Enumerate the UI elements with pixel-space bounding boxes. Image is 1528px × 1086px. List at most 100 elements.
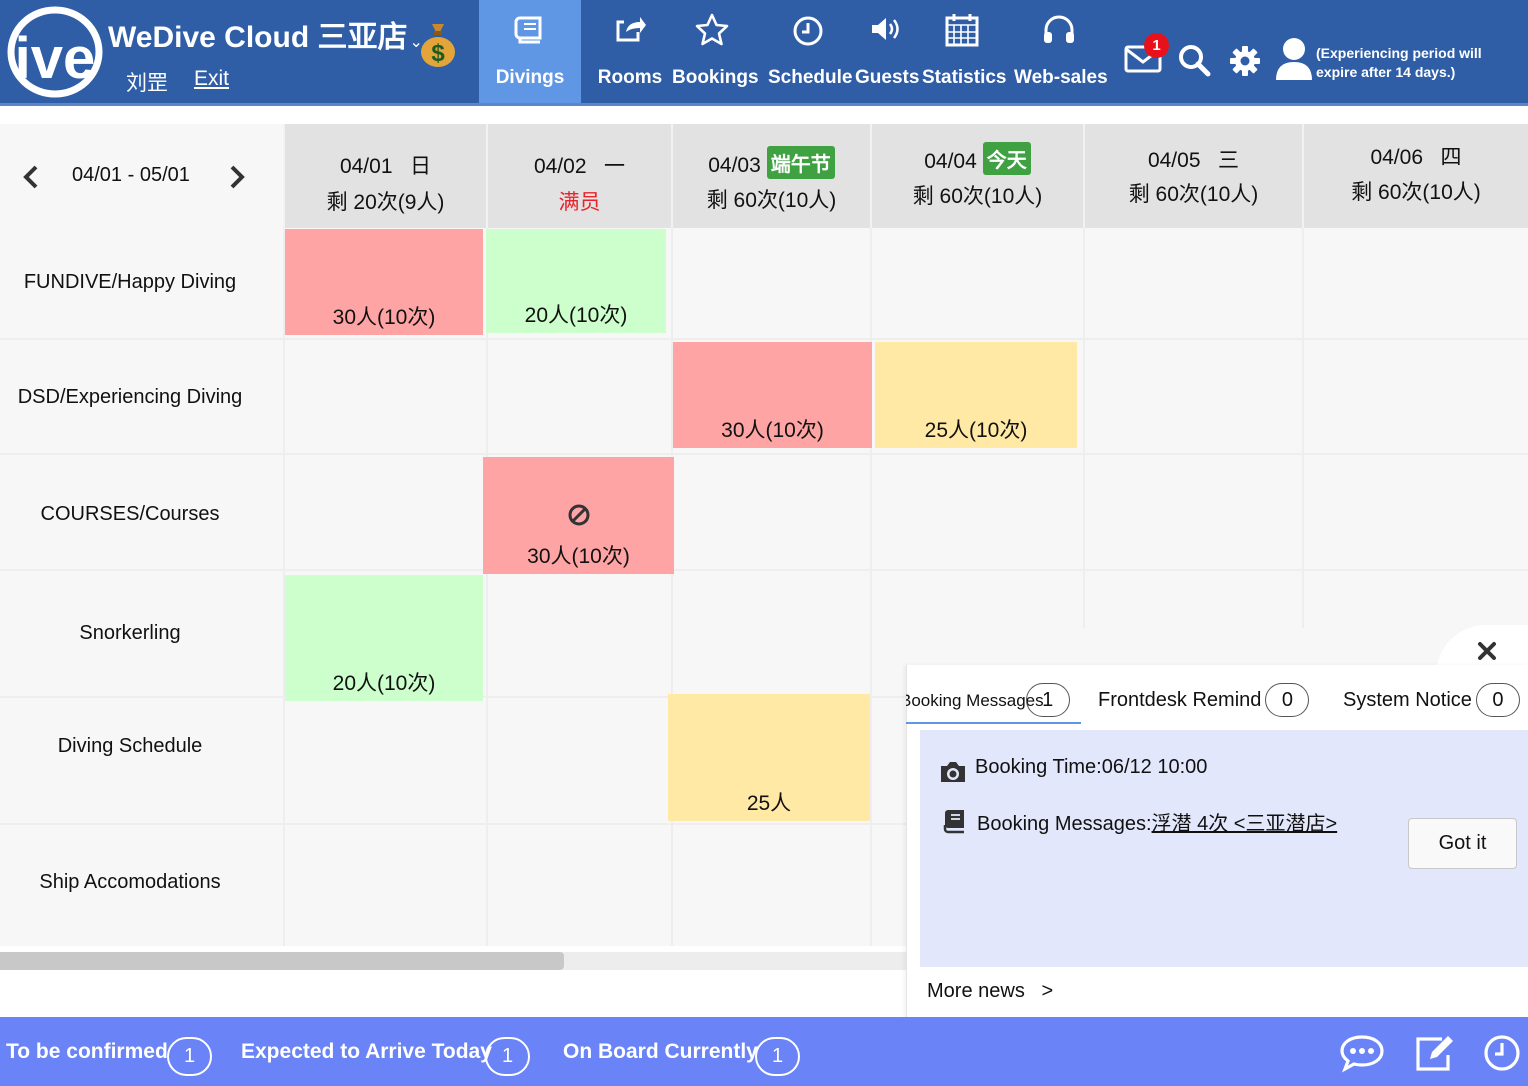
- row-label-courses: COURSES/Courses: [40, 503, 220, 525]
- tab-frontdesk-remind[interactable]: Frontdesk Remind 0: [1098, 683, 1310, 717]
- nav-bookings[interactable]: Bookings: [672, 0, 759, 103]
- ban-icon: [568, 504, 589, 526]
- booking-messages-prefix: Booking Messages:: [977, 813, 1152, 835]
- column-divider: [486, 228, 488, 946]
- column-divider: [870, 228, 872, 946]
- got-it-button[interactable]: Got it: [1408, 818, 1517, 869]
- nav-label: Web-sales: [1014, 67, 1108, 88]
- stat-expected-arrive-today[interactable]: Expected to Arrive Today: [241, 1040, 492, 1064]
- chevron-left-icon[interactable]: [20, 164, 42, 190]
- column-header-0402[interactable]: 04/02 一 满员: [486, 124, 671, 228]
- nav-web-sales[interactable]: Web-sales: [1014, 0, 1108, 103]
- gear-icon[interactable]: [1228, 44, 1262, 78]
- booking-message-link[interactable]: 浮潜 4次 <三亚潜店>: [1152, 813, 1338, 835]
- tab-label: Booking Messages: [906, 691, 1044, 710]
- clock-icon[interactable]: [1482, 1033, 1522, 1073]
- wedive-logo[interactable]: ive: [6, 6, 104, 98]
- close-icon[interactable]: [1476, 640, 1498, 662]
- row-label-diving-schedule: Diving Schedule: [57, 735, 203, 757]
- booking-cell-fundive-0401[interactable]: 30人(10次): [285, 229, 483, 335]
- column-date: 04/02 一: [533, 155, 626, 178]
- user-avatar-icon[interactable]: [1274, 36, 1314, 82]
- booking-cell-dsd-0403[interactable]: 30人(10次): [673, 342, 872, 448]
- row-label-snorkeling: Snorkerling: [79, 622, 181, 644]
- date-range-navigator: 04/01 - 05/01: [0, 124, 283, 228]
- stat-count-on-board: 1: [755, 1037, 800, 1076]
- cell-count: 30人(10次): [721, 419, 824, 442]
- exit-link[interactable]: Exit: [194, 67, 229, 91]
- tab-label: System Notice: [1343, 689, 1472, 711]
- row-label-ship-accommodations: Ship Accomodations: [39, 871, 221, 893]
- nav-divings[interactable]: Divings: [479, 0, 581, 103]
- column-date: 04/04 今天: [872, 142, 1083, 175]
- speaker-icon: [872, 18, 899, 40]
- row-label-fundive: FUNDIVE/Happy Diving: [23, 271, 237, 293]
- nav-rooms[interactable]: Rooms: [595, 0, 665, 103]
- column-header-0406[interactable]: 04/06 四 剩 60次(10人): [1302, 124, 1528, 228]
- column-divider: [1302, 228, 1304, 628]
- calendar-icon: [945, 14, 979, 47]
- cell-count: 25人(10次): [924, 419, 1028, 442]
- column-header-0401[interactable]: 04/01 日 剩 20次(9人): [283, 124, 486, 228]
- stat-on-board-currently[interactable]: On Board Currently: [563, 1040, 758, 1064]
- chevron-right-icon: >: [1041, 980, 1054, 1002]
- column-date: 04/05 三: [1147, 149, 1240, 172]
- mail-count-badge: 1: [1144, 33, 1169, 58]
- svg-text:$: $: [431, 40, 445, 67]
- row-divider: [0, 453, 1528, 455]
- star-icon: [695, 13, 729, 46]
- stat-to-be-confirmed[interactable]: To be confirmed: [6, 1040, 168, 1064]
- row-divider: [0, 569, 1528, 571]
- cell-count: 30人(10次): [332, 306, 436, 329]
- more-news-link[interactable]: More news >: [927, 980, 1053, 1003]
- nav-label: Guests: [855, 67, 920, 88]
- tab-count: 0: [1265, 683, 1310, 717]
- column-remaining: 剩 60次(10人): [1128, 183, 1259, 206]
- column-date: 04/01 日: [339, 155, 432, 178]
- nav-statistics[interactable]: Statistics: [922, 0, 1007, 103]
- more-news-label: More news: [927, 980, 1025, 1002]
- cell-count: 20人(10次): [524, 304, 628, 327]
- money-bag-icon[interactable]: $: [419, 20, 457, 68]
- horizontal-scrollbar-thumb[interactable]: [0, 952, 564, 970]
- column-header-0403[interactable]: 04/03 端午节 剩 60次(10人): [671, 124, 870, 228]
- book-icon: [514, 16, 542, 44]
- nav-label: Schedule: [768, 67, 853, 88]
- camera-icon: [941, 762, 965, 782]
- search-icon[interactable]: [1176, 42, 1212, 78]
- booking-cell-courses-0402[interactable]: 30人(10次): [483, 457, 674, 574]
- chat-bubble-icon[interactable]: [1339, 1033, 1385, 1073]
- stat-count-to-be-confirmed: 1: [167, 1037, 212, 1076]
- column-date: 04/03 端午节: [673, 146, 870, 179]
- brand-name: WeDive Cloud 三亚店: [108, 21, 408, 54]
- tab-label: Frontdesk Remind: [1098, 689, 1262, 711]
- column-header-0405[interactable]: 04/05 三 剩 60次(10人): [1083, 124, 1302, 228]
- nav-guests[interactable]: Guests: [855, 0, 920, 103]
- cell-count: 25人: [746, 792, 792, 815]
- cell-count: 20人(10次): [332, 672, 436, 695]
- holiday-tag: 端午节: [766, 146, 835, 179]
- row-divider: [0, 338, 1528, 340]
- column-remaining: 剩 20次(9人): [326, 191, 445, 214]
- nav-label: Statistics: [922, 67, 1007, 88]
- nav-label: Bookings: [672, 67, 759, 88]
- booking-cell-dsd-0404[interactable]: 25人(10次): [875, 342, 1077, 448]
- trial-expiry-notice: (Experiencing period will expire after 1…: [1316, 45, 1482, 80]
- column-remaining: 剩 60次(10人): [706, 189, 837, 212]
- stat-count-expected-arrive: 1: [485, 1037, 530, 1076]
- booking-cell-diving-schedule-0403[interactable]: 25人: [668, 694, 870, 821]
- edit-note-icon[interactable]: [1412, 1033, 1458, 1073]
- nav-schedule[interactable]: Schedule: [768, 0, 853, 103]
- tab-system-notice[interactable]: System Notice 0: [1343, 683, 1520, 717]
- column-header-0404[interactable]: 04/04 今天 剩 60次(10人): [870, 124, 1083, 228]
- column-date: 04/06 四: [1370, 146, 1462, 169]
- booking-messages-line: Booking Messages:浮潜 4次 <三亚潜店>: [977, 807, 1337, 836]
- column-divider: [1083, 228, 1085, 628]
- brand-store-selector[interactable]: WeDive Cloud 三亚店 ⌄: [108, 12, 423, 56]
- chevron-right-icon[interactable]: [226, 164, 248, 190]
- booking-cell-fundive-0402[interactable]: 20人(10次): [486, 229, 666, 333]
- column-full-status: 满员: [558, 191, 601, 214]
- active-tab-indicator: [906, 722, 1081, 724]
- booking-cell-snorkeling-0401[interactable]: 20人(10次): [285, 575, 483, 701]
- tab-booking-messages[interactable]: Booking Messages1: [906, 683, 1084, 717]
